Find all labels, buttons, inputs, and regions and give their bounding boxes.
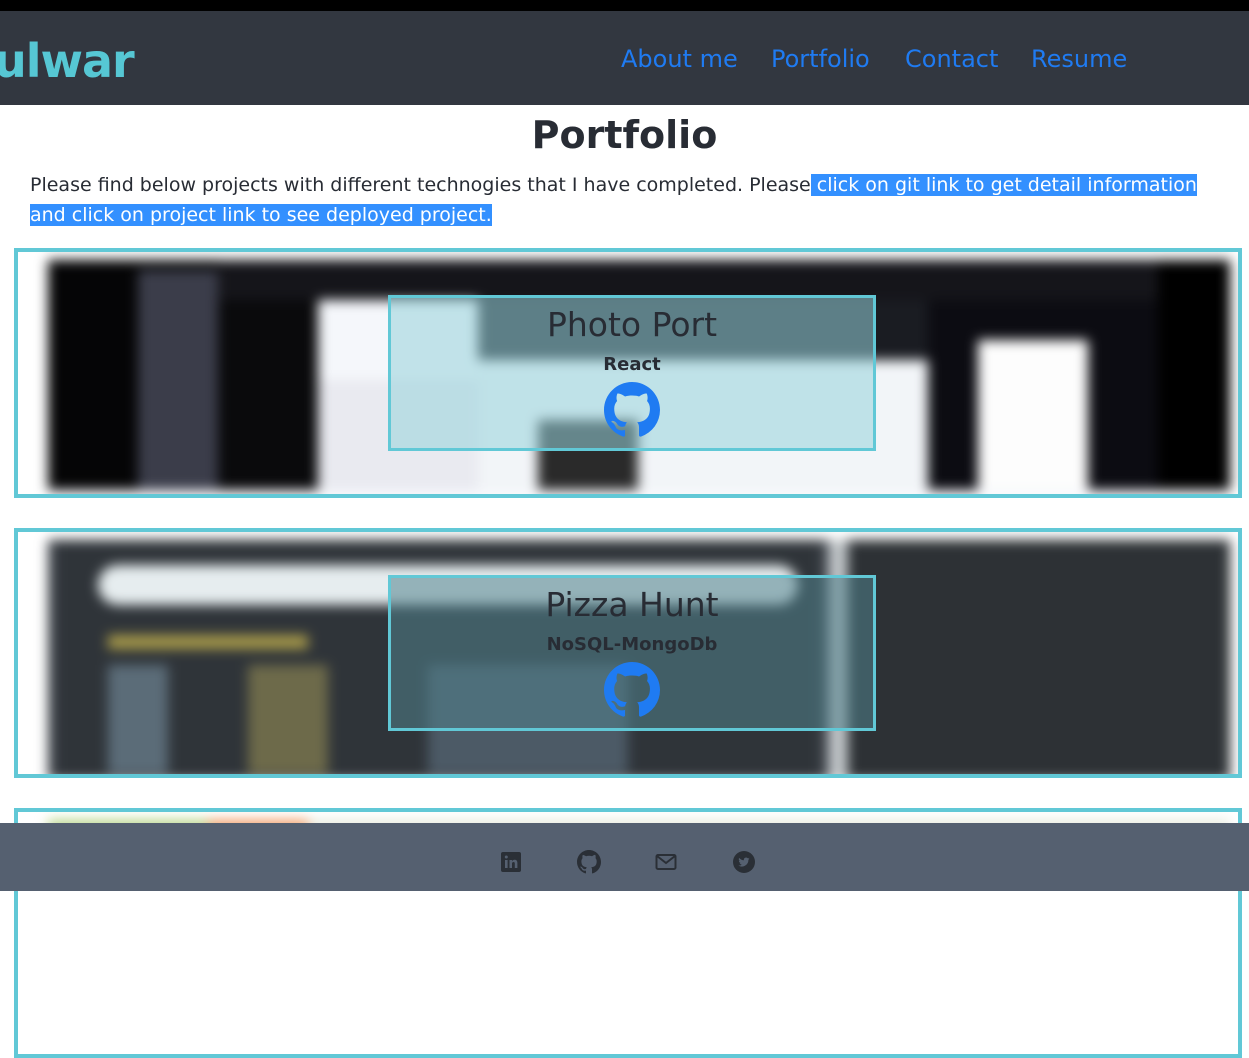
site-header: ulwar About me Portfolio Contact Resume bbox=[0, 11, 1249, 105]
linkedin-icon[interactable] bbox=[499, 850, 523, 874]
intro-plain: Please find below projects with differen… bbox=[30, 174, 811, 196]
project-tech: React bbox=[603, 354, 661, 375]
project-title: Photo Port bbox=[546, 305, 718, 344]
twitter-icon[interactable] bbox=[732, 850, 756, 874]
project-overlay: Pizza Hunt NoSQL-MongoDb bbox=[388, 575, 876, 731]
nav-portfolio[interactable]: Portfolio bbox=[771, 44, 870, 74]
nav-resume[interactable]: Resume bbox=[1031, 44, 1127, 74]
brand-name[interactable]: ulwar bbox=[0, 35, 135, 87]
github-icon[interactable] bbox=[604, 382, 660, 438]
intro-text: Please find below projects with differen… bbox=[30, 170, 1230, 230]
nav-about-me[interactable]: About me bbox=[621, 44, 738, 74]
mail-icon[interactable] bbox=[654, 850, 678, 874]
site-footer bbox=[0, 823, 1249, 891]
project-card-photo-port[interactable]: Photo Port React bbox=[14, 248, 1242, 498]
top-strip bbox=[0, 0, 1249, 11]
project-overlay: Photo Port React bbox=[388, 295, 876, 451]
project-title: Pizza Hunt bbox=[545, 585, 719, 624]
github-icon[interactable] bbox=[577, 850, 601, 874]
project-tech: NoSQL-MongoDb bbox=[546, 634, 718, 655]
page-title: Portfolio bbox=[531, 113, 718, 157]
project-card-pizza-hunt[interactable]: Pizza Hunt NoSQL-MongoDb bbox=[14, 528, 1242, 778]
github-icon[interactable] bbox=[604, 662, 660, 718]
nav-contact[interactable]: Contact bbox=[905, 44, 998, 74]
